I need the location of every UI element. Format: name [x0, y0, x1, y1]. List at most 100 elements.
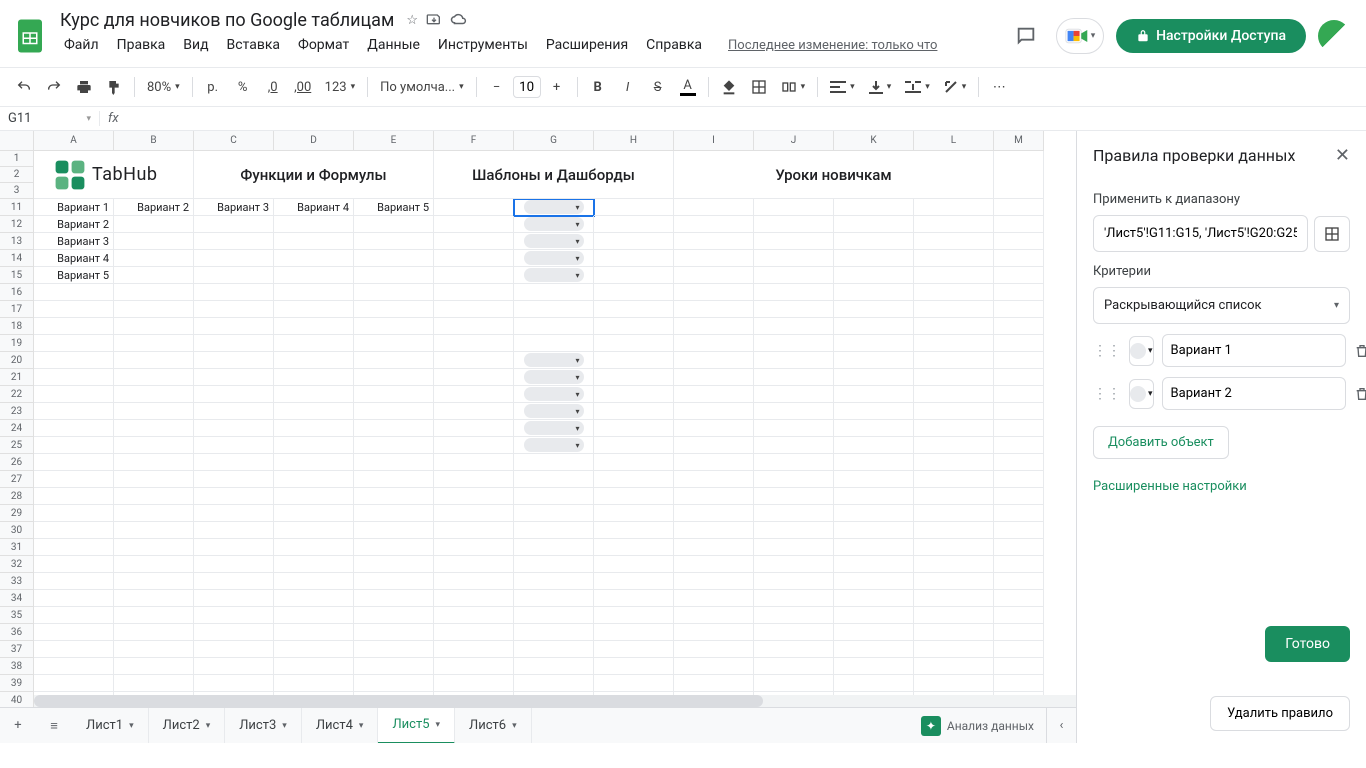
- cell-H38[interactable]: [594, 658, 674, 675]
- cell-H31[interactable]: [594, 539, 674, 556]
- cell-B15[interactable]: [114, 267, 194, 284]
- row-header-38[interactable]: 38: [0, 658, 34, 675]
- cell-I28[interactable]: [674, 488, 754, 505]
- cell-J28[interactable]: [754, 488, 834, 505]
- cell-M32[interactable]: [994, 556, 1044, 573]
- cell-C12[interactable]: [194, 216, 274, 233]
- menu-help[interactable]: Справка: [638, 33, 710, 57]
- cell-I26[interactable]: [674, 454, 754, 471]
- last-edit-link[interactable]: Последнее изменение: только что: [728, 38, 937, 53]
- cell-B34[interactable]: [114, 590, 194, 607]
- cell-J19[interactable]: [754, 335, 834, 352]
- cell-M39[interactable]: [994, 675, 1044, 692]
- drag-handle-icon[interactable]: ⋮⋮: [1093, 343, 1121, 359]
- col-header-K[interactable]: K: [834, 131, 914, 151]
- menu-insert[interactable]: Вставка: [219, 33, 288, 57]
- strike-button[interactable]: S: [644, 73, 672, 101]
- merge-button[interactable]: ▾: [775, 73, 812, 101]
- cell-A31[interactable]: [34, 539, 114, 556]
- row-header-21[interactable]: 21: [0, 369, 34, 386]
- cell-D20[interactable]: [274, 352, 354, 369]
- cell-K18[interactable]: [834, 318, 914, 335]
- row-header-20[interactable]: 20: [0, 352, 34, 369]
- cell-A35[interactable]: [34, 607, 114, 624]
- cell-K29[interactable]: [834, 505, 914, 522]
- cell-E16[interactable]: [354, 284, 434, 301]
- cell-J23[interactable]: [754, 403, 834, 420]
- sheets-logo[interactable]: [12, 18, 48, 54]
- cell-F39[interactable]: [434, 675, 514, 692]
- dropdown-chip[interactable]: [524, 200, 584, 214]
- cell-I27[interactable]: [674, 471, 754, 488]
- cell-I34[interactable]: [674, 590, 754, 607]
- add-sheet-button[interactable]: +: [0, 708, 36, 744]
- cell-C17[interactable]: [194, 301, 274, 318]
- col-header-A[interactable]: A: [34, 131, 114, 151]
- cell-L22[interactable]: [914, 386, 994, 403]
- cell-K17[interactable]: [834, 301, 914, 318]
- avatar[interactable]: [1318, 20, 1350, 52]
- cell-H32[interactable]: [594, 556, 674, 573]
- cell-G19[interactable]: [514, 335, 594, 352]
- cell-G25[interactable]: [514, 437, 594, 454]
- cell-M34[interactable]: [994, 590, 1044, 607]
- row-header-30[interactable]: 30: [0, 522, 34, 539]
- cell-L34[interactable]: [914, 590, 994, 607]
- cell-A14[interactable]: Вариант 4: [34, 250, 114, 267]
- dropdown-chip[interactable]: [524, 438, 584, 452]
- cell-K34[interactable]: [834, 590, 914, 607]
- cell-B37[interactable]: [114, 641, 194, 658]
- cell-B32[interactable]: [114, 556, 194, 573]
- cell-M17[interactable]: [994, 301, 1044, 318]
- cell-D32[interactable]: [274, 556, 354, 573]
- cell-M12[interactable]: [994, 216, 1044, 233]
- select-all-corner[interactable]: [0, 131, 34, 151]
- row-header-29[interactable]: 29: [0, 505, 34, 522]
- all-sheets-button[interactable]: ≡: [36, 708, 72, 744]
- cell-E24[interactable]: [354, 420, 434, 437]
- zoom-select[interactable]: 80%▾: [141, 73, 186, 101]
- cell-G18[interactable]: [514, 318, 594, 335]
- cell-L37[interactable]: [914, 641, 994, 658]
- section-functions[interactable]: Функции и Формулы: [194, 151, 434, 199]
- cell-M22[interactable]: [994, 386, 1044, 403]
- cell-F13[interactable]: [434, 233, 514, 250]
- cell-G12[interactable]: [514, 216, 594, 233]
- comments-icon[interactable]: [1008, 18, 1044, 54]
- cell-C32[interactable]: [194, 556, 274, 573]
- cell-J33[interactable]: [754, 573, 834, 590]
- cell-C35[interactable]: [194, 607, 274, 624]
- row-header-31[interactable]: 31: [0, 539, 34, 556]
- color-chip-2[interactable]: ▾: [1129, 379, 1154, 409]
- cell-L16[interactable]: [914, 284, 994, 301]
- cell-K23[interactable]: [834, 403, 914, 420]
- cell-C30[interactable]: [194, 522, 274, 539]
- cell-F27[interactable]: [434, 471, 514, 488]
- cell-K19[interactable]: [834, 335, 914, 352]
- cell-M36[interactable]: [994, 624, 1044, 641]
- cell-D11[interactable]: Вариант 4: [274, 199, 354, 216]
- cell-B33[interactable]: [114, 573, 194, 590]
- cell-M31[interactable]: [994, 539, 1044, 556]
- cell-L15[interactable]: [914, 267, 994, 284]
- cell-K36[interactable]: [834, 624, 914, 641]
- col-header-I[interactable]: I: [674, 131, 754, 151]
- cell-K22[interactable]: [834, 386, 914, 403]
- cell-B14[interactable]: [114, 250, 194, 267]
- cell-D36[interactable]: [274, 624, 354, 641]
- cell-K28[interactable]: [834, 488, 914, 505]
- cell-K30[interactable]: [834, 522, 914, 539]
- row-header-17[interactable]: 17: [0, 301, 34, 318]
- col-header-H[interactable]: H: [594, 131, 674, 151]
- cell-M14[interactable]: [994, 250, 1044, 267]
- move-icon[interactable]: [426, 11, 442, 31]
- cell-I21[interactable]: [674, 369, 754, 386]
- font-size-dec[interactable]: −: [483, 73, 511, 101]
- cell-B38[interactable]: [114, 658, 194, 675]
- cell-E30[interactable]: [354, 522, 434, 539]
- cell-K16[interactable]: [834, 284, 914, 301]
- cell-H18[interactable]: [594, 318, 674, 335]
- cell-H29[interactable]: [594, 505, 674, 522]
- cell-E13[interactable]: [354, 233, 434, 250]
- cell-G13[interactable]: [514, 233, 594, 250]
